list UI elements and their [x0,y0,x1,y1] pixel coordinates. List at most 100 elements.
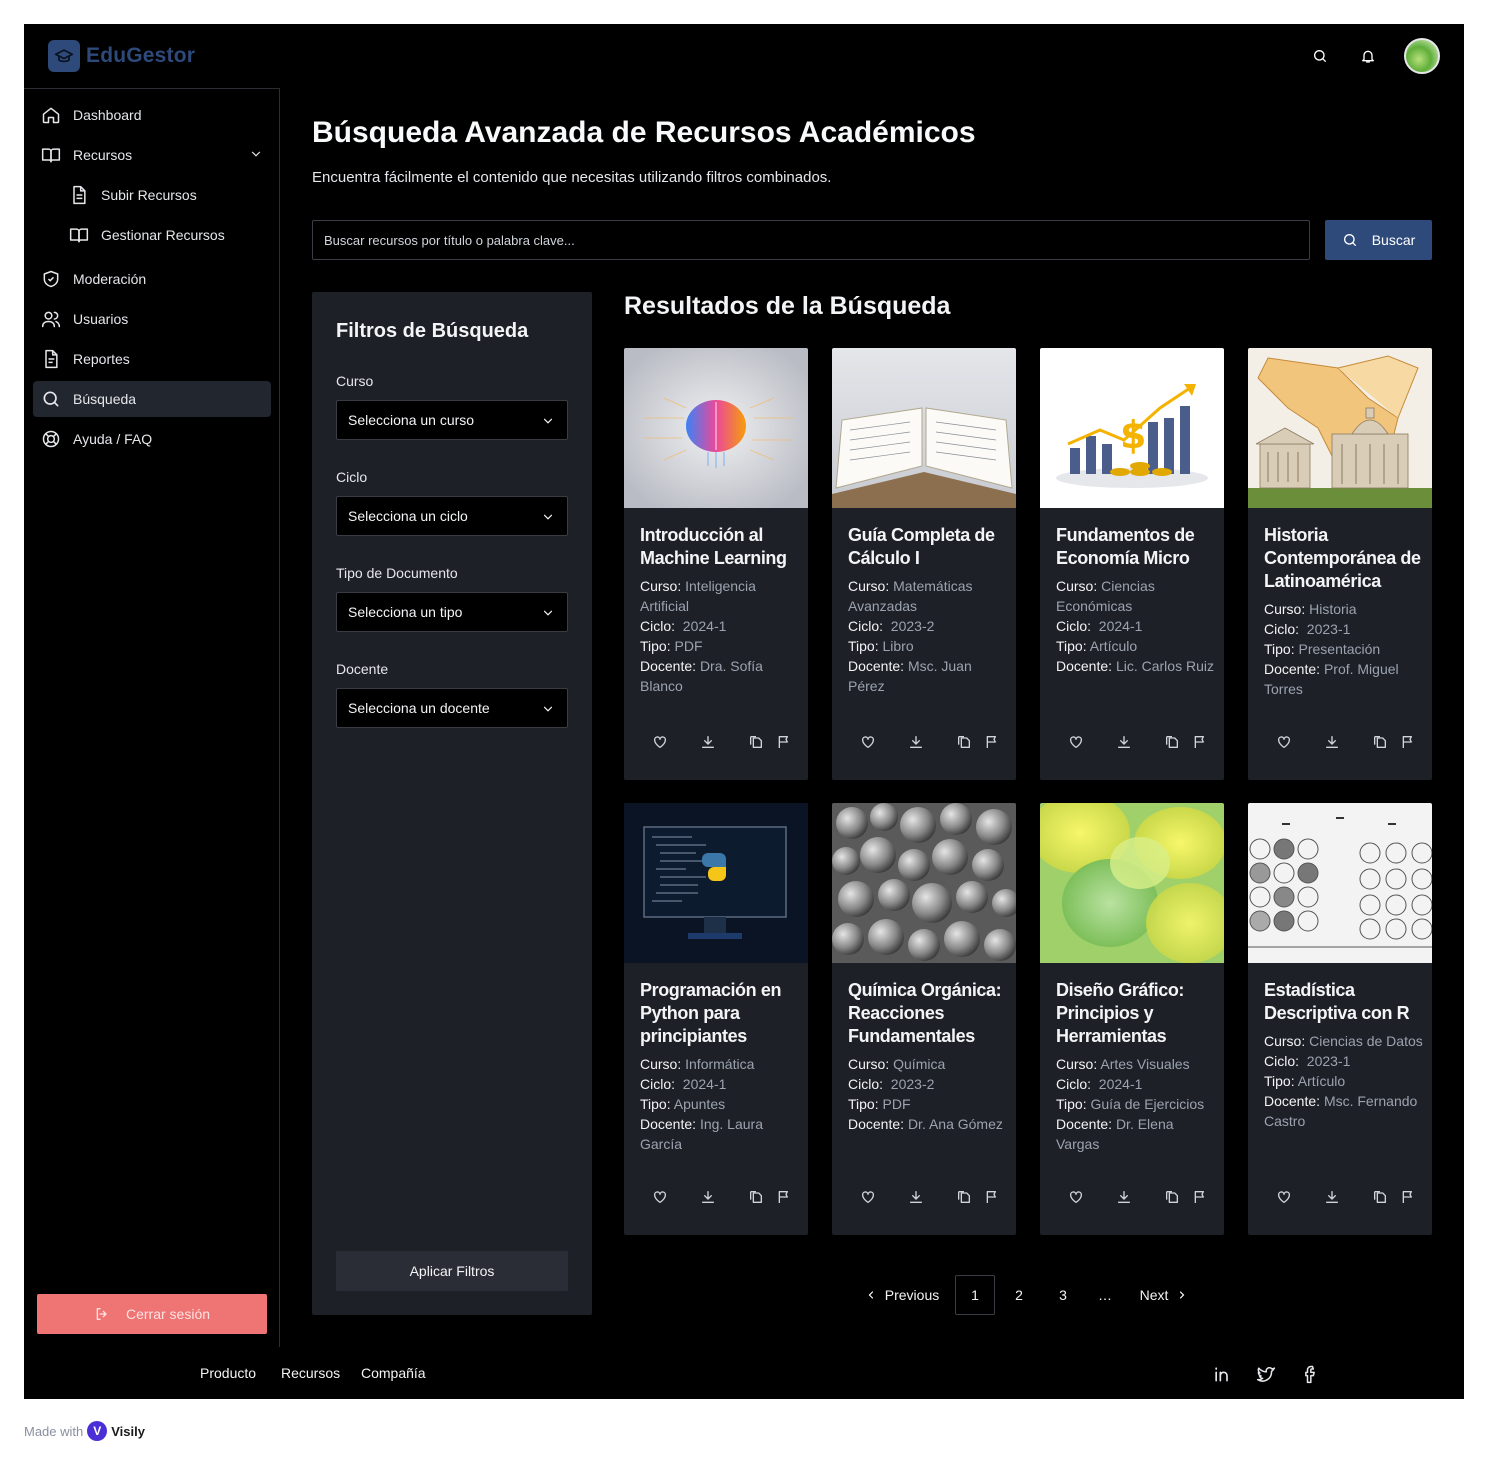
resource-card[interactable]: Guía Completa de Cálculo I Curso: Matemá… [832,348,1016,780]
resource-card[interactable]: Estadística Descriptiva con R Curso: Cie… [1248,803,1432,1235]
search-icon[interactable] [1310,46,1330,66]
pagination-page-3[interactable]: 3 [1043,1275,1083,1315]
footer-link-compania[interactable]: Compañía [361,1365,426,1381]
brand[interactable]: EduGestor [48,40,195,72]
card-meta: Curso: Informática Ciclo: 2024-1 Tipo: A… [640,1054,802,1154]
flag-icon[interactable] [1190,1187,1210,1207]
download-icon[interactable] [698,1187,718,1207]
search-button[interactable]: Buscar [1325,220,1432,260]
card-tipo: Artículo [1297,1073,1346,1089]
card-ciclo: 2024-1 [682,1076,727,1092]
download-icon[interactable] [1322,1187,1342,1207]
apply-filters-button[interactable]: Aplicar Filtros [336,1251,568,1291]
twitter-icon[interactable] [1255,1363,1277,1385]
download-icon[interactable] [906,1187,926,1207]
copy-icon[interactable] [954,732,974,752]
card-title[interactable]: Programación en Python para principiante… [640,979,800,1048]
tipo-select[interactable]: Selecciona un tipo [336,592,568,632]
card-title[interactable]: Estadística Descriptiva con R [1264,979,1424,1025]
resource-card[interactable]: Introducción al Machine Learning Curso: … [624,348,808,780]
resource-card[interactable]: Historia Contemporánea de Latinoamérica … [1248,348,1432,780]
heart-icon[interactable] [1274,1187,1294,1207]
card-title[interactable]: Fundamentos de Economía Micro [1056,524,1216,570]
chevron-down-icon [543,610,553,616]
resource-card[interactable]: Programación en Python para principiante… [624,803,808,1235]
resource-card[interactable]: Diseño Gráfico: Principios y Herramienta… [1040,803,1224,1235]
chevron-down-icon[interactable] [249,147,263,161]
linkedin-icon[interactable] [1211,1363,1233,1385]
heart-icon[interactable] [1274,732,1294,752]
sidebar-item-subir-recursos[interactable]: Subir Recursos [61,177,271,213]
heart-icon[interactable] [650,732,670,752]
flag-icon[interactable] [774,732,794,752]
resource-card[interactable]: Química Orgánica: Reacciones Fundamental… [832,803,1016,1235]
docente-label: Docente: [1264,661,1321,677]
copy-icon[interactable] [1370,1187,1390,1207]
card-ciclo: 2023-2 [890,618,935,634]
resource-card[interactable]: $ Fundamentos de Economía Micro Curso: C… [1040,348,1224,780]
flag-icon[interactable] [1398,1187,1418,1207]
curso-select[interactable]: Selecciona un curso [336,400,568,440]
flag-icon[interactable] [1190,732,1210,752]
copy-icon[interactable] [954,1187,974,1207]
sidebar-item-dashboard[interactable]: Dashboard [33,97,271,133]
copy-icon[interactable] [1162,1187,1182,1207]
flag-icon[interactable] [982,1187,1002,1207]
search-input[interactable] [312,220,1310,260]
heart-icon[interactable] [650,1187,670,1207]
search-button-label: Buscar [1371,232,1416,248]
ciclo-select[interactable]: Selecciona un ciclo [336,496,568,536]
sidebar-item-gestionar-recursos[interactable]: Gestionar Recursos [61,217,271,253]
made-with-badge[interactable]: Made with V Visily [24,1421,145,1441]
sidebar-item-moderacion[interactable]: Moderación [33,261,271,297]
heart-icon[interactable] [858,732,878,752]
pagination-previous[interactable]: Previous [864,1275,940,1315]
sidebar-item-ayuda[interactable]: Ayuda / FAQ [33,421,271,457]
card-image-python-monitor [624,803,808,963]
docente-label: Docente: [640,658,697,674]
copy-icon[interactable] [746,732,766,752]
card-title[interactable]: Introducción al Machine Learning [640,524,800,570]
filter-label-ciclo: Ciclo [336,469,368,485]
download-icon[interactable] [1322,732,1342,752]
card-title[interactable]: Historia Contemporánea de Latinoamérica [1264,524,1424,593]
heart-icon[interactable] [858,1187,878,1207]
card-title[interactable]: Química Orgánica: Reacciones Fundamental… [848,979,1008,1048]
card-ciclo: 2023-2 [890,1076,935,1092]
next-label: Next [1139,1287,1169,1303]
card-title[interactable]: Guía Completa de Cálculo I [848,524,1008,570]
flag-icon[interactable] [774,1187,794,1207]
card-meta: Curso: Artes Visuales Ciclo: 2024-1 Tipo… [1056,1054,1218,1154]
footer-link-recursos[interactable]: Recursos [281,1365,340,1381]
pagination-next[interactable]: Next [1136,1275,1192,1315]
heart-icon[interactable] [1066,732,1086,752]
curso-select-value: Selecciona un curso [348,412,475,428]
card-title[interactable]: Diseño Gráfico: Principios y Herramienta… [1056,979,1216,1048]
sidebar-item-recursos[interactable]: Recursos [33,137,271,173]
sidebar-item-label: Moderación [73,271,147,287]
download-icon[interactable] [698,732,718,752]
copy-icon[interactable] [1162,732,1182,752]
flag-icon[interactable] [982,732,1002,752]
flag-icon[interactable] [1398,732,1418,752]
filter-label-curso: Curso [336,373,374,389]
heart-icon[interactable] [1066,1187,1086,1207]
pagination-page-1[interactable]: 1 [955,1275,995,1315]
avatar[interactable] [1404,38,1440,74]
sidebar-item-usuarios[interactable]: Usuarios [33,301,271,337]
card-ciclo: 2023-1 [1306,1053,1351,1069]
download-icon[interactable] [906,732,926,752]
copy-icon[interactable] [1370,732,1390,752]
pagination-page-2[interactable]: 2 [999,1275,1039,1315]
docente-select[interactable]: Selecciona un docente [336,688,568,728]
sidebar-item-busqueda[interactable]: Búsqueda [33,381,271,417]
tipo-label: Tipo: [640,1096,671,1112]
sidebar-item-reportes[interactable]: Reportes [33,341,271,377]
logout-button[interactable]: Cerrar sesión [37,1294,267,1334]
download-icon[interactable] [1114,732,1134,752]
footer-link-producto[interactable]: Producto [200,1365,256,1381]
download-icon[interactable] [1114,1187,1134,1207]
copy-icon[interactable] [746,1187,766,1207]
bell-icon[interactable] [1358,46,1378,66]
facebook-icon[interactable] [1299,1363,1321,1385]
